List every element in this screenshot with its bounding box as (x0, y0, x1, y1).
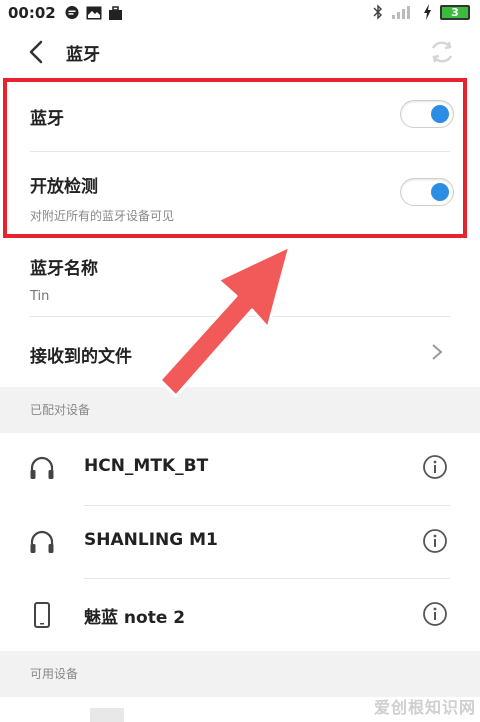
device-name-value: Tin (30, 289, 50, 304)
briefcase-icon (108, 5, 122, 20)
divider (30, 316, 450, 317)
back-arrow-icon[interactable] (24, 38, 50, 66)
received-files-row[interactable]: 接收到的文件 (0, 342, 480, 367)
mail-icon (86, 6, 102, 20)
paired-device-name: 魅蓝 note 2 (84, 608, 186, 628)
divider (30, 151, 450, 152)
refresh-icon[interactable] (428, 38, 456, 66)
paired-device-name: HCN_MTK_BT (84, 456, 209, 476)
paired-device-row[interactable]: HCN_MTK_BT (0, 432, 480, 504)
watermark: 爱创根知识网 (373, 698, 476, 717)
paired-device-name: SHANLING M1 (84, 530, 218, 550)
device-name-row[interactable]: 蓝牙名称 Tin (0, 254, 480, 304)
battery-icon: 3 (440, 4, 470, 20)
info-icon[interactable] (422, 528, 448, 554)
headphones-icon (30, 530, 54, 553)
paired-device-row[interactable]: 魅蓝 note 2 (0, 579, 480, 651)
signal-icon (392, 6, 410, 19)
app-header: 蓝牙 (0, 30, 480, 74)
status-right-icons: 3 (373, 4, 470, 20)
paired-device-row[interactable]: SHANLING M1 (0, 506, 480, 578)
chat-bubble-icon (65, 6, 79, 19)
info-icon[interactable] (422, 454, 448, 480)
status-bar: 00:02 3 (0, 0, 480, 26)
headphones-icon (30, 456, 54, 479)
bluetooth-icon (373, 4, 383, 20)
device-name-label: 蓝牙名称 (30, 259, 98, 279)
discoverable-toggle[interactable] (400, 178, 454, 206)
info-icon[interactable] (422, 601, 448, 627)
toggle-knob (431, 105, 449, 123)
paired-section-header: 已配对设备 (0, 387, 480, 433)
status-time: 00:02 (8, 4, 56, 22)
available-section-header: 可用设备 (0, 651, 480, 697)
bluetooth-toggle[interactable] (400, 100, 454, 128)
toggle-knob (431, 183, 449, 201)
charging-bolt-icon (424, 4, 431, 20)
page-title: 蓝牙 (66, 45, 100, 65)
discoverable-sublabel: 对附近所有的蓝牙设备可见 (30, 209, 175, 223)
chevron-right-icon (432, 344, 443, 360)
phone-icon (34, 602, 50, 628)
received-files-label: 接收到的文件 (30, 347, 132, 367)
